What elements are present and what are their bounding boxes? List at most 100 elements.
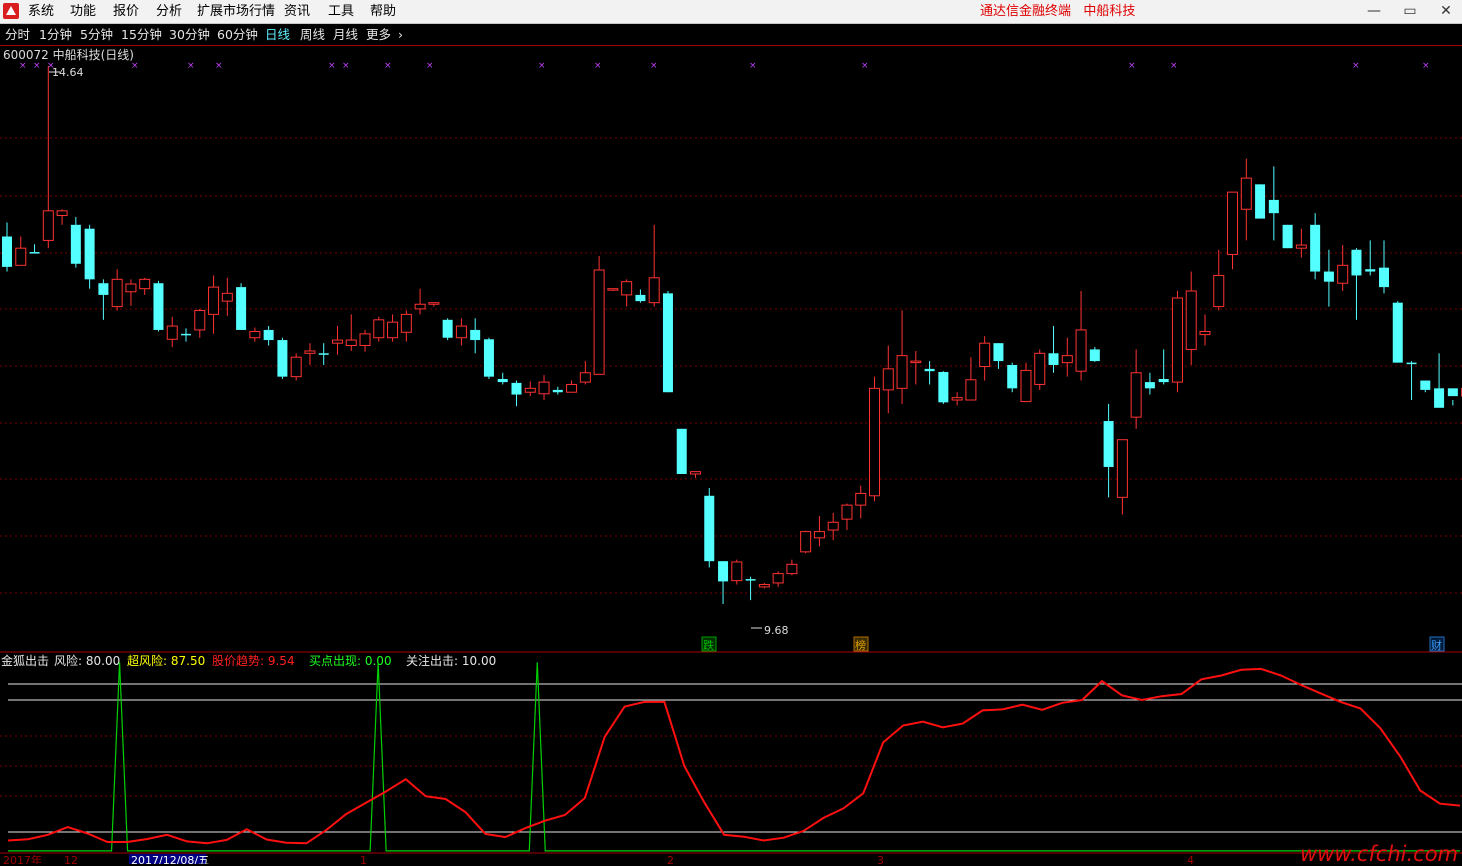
candle (759, 583, 769, 588)
high-annotation: 14.64 (49, 66, 84, 79)
menu-extended-market[interactable]: 扩展市场行情 (197, 0, 275, 23)
event-x-marker: × (650, 61, 658, 71)
watermark: www.cfchi.com (1300, 842, 1458, 866)
candle-body (580, 373, 590, 382)
candle (1420, 381, 1430, 393)
candle-body (498, 379, 508, 382)
candle (1228, 192, 1238, 269)
candle-body (1393, 303, 1403, 363)
event-x-marker: × (33, 61, 41, 71)
minimize-icon[interactable]: — (1364, 0, 1384, 23)
candle (952, 392, 962, 405)
candle (360, 330, 370, 352)
candle-body (484, 339, 494, 376)
menu-tools[interactable]: 工具 (328, 0, 354, 23)
candle-body (952, 398, 962, 400)
candle (264, 326, 274, 345)
menu-news[interactable]: 资讯 (284, 0, 310, 23)
candle (195, 309, 205, 338)
candle (842, 504, 852, 530)
app-logo-icon (2, 2, 20, 20)
candle-body (126, 284, 136, 292)
candle (1117, 440, 1127, 515)
candle-body (801, 532, 811, 552)
candle-body (346, 340, 356, 345)
candle-body (1407, 363, 1417, 365)
menu-system[interactable]: 系统 (28, 0, 54, 23)
event-x-marker: × (594, 61, 602, 71)
event-marker-finance[interactable]: 财 (1430, 637, 1444, 652)
candle-body (608, 289, 618, 291)
period-weekly[interactable]: 周线 (300, 24, 325, 45)
candle (126, 279, 136, 305)
candle (43, 66, 53, 248)
period-30min[interactable]: 30分钟 (169, 24, 210, 45)
candle-body (1365, 269, 1375, 271)
candle-body (319, 353, 329, 355)
candle-body (98, 283, 108, 295)
period-monthly[interactable]: 月线 (333, 24, 358, 45)
period-1min[interactable]: 1分钟 (39, 24, 72, 45)
candle-body (305, 351, 315, 353)
period-more[interactable]: 更多 (366, 24, 391, 45)
candle-body (649, 278, 659, 303)
maximize-icon[interactable]: ▭ (1400, 0, 1420, 23)
menu-help[interactable]: 帮助 (370, 0, 396, 23)
candle-body (415, 304, 425, 309)
event-marker-fall-text: 跌 (703, 638, 714, 652)
candle (773, 571, 783, 587)
candle-body (1255, 184, 1265, 218)
kline-chart[interactable]: ××××××××××××××××××× 600072 中船科技(日线) 14.6… (0, 46, 1462, 864)
candle-body (1351, 250, 1361, 276)
period-15min[interactable]: 15分钟 (121, 24, 162, 45)
event-marker-fall[interactable]: 跌 (702, 637, 716, 652)
candlestick-series (2, 66, 1462, 604)
period-toolbar: 分时 1分钟 5分钟 15分钟 30分钟 60分钟 日线 周线 月线 更多 › (0, 24, 1462, 46)
period-5min[interactable]: 5分钟 (80, 24, 113, 45)
candle (801, 531, 811, 554)
event-marker-finance-text: 财 (1431, 638, 1442, 652)
candle (704, 488, 714, 567)
candle (525, 381, 535, 396)
candle-body (112, 279, 122, 306)
candle-body (732, 562, 742, 581)
event-marker-list[interactable]: 榜 (854, 637, 868, 652)
candle (1283, 225, 1293, 248)
candle (153, 281, 163, 332)
candle (236, 283, 246, 330)
candle-body (388, 322, 398, 338)
event-x-marker: × (131, 61, 139, 71)
candle-body (374, 320, 384, 338)
period-60min[interactable]: 60分钟 (217, 24, 258, 45)
candle (1255, 184, 1265, 218)
candle-body (635, 295, 645, 301)
menu-analysis[interactable]: 分析 (156, 0, 182, 23)
candle (1241, 159, 1251, 241)
candle (746, 577, 756, 600)
time-label-dec: 12 (64, 854, 78, 864)
candle (580, 361, 590, 384)
candle-body (401, 314, 411, 332)
candle-body (842, 505, 852, 519)
candle-body (236, 287, 246, 330)
candle (622, 279, 632, 306)
close-icon[interactable]: ✕ (1436, 0, 1456, 23)
candle (594, 256, 604, 374)
candle (429, 303, 439, 307)
chevron-right-icon[interactable]: › (398, 24, 403, 45)
candle (85, 225, 95, 289)
candle (1393, 301, 1403, 363)
period-daily[interactable]: 日线 (265, 24, 290, 45)
candle (567, 381, 577, 393)
indicator-panel (0, 662, 1462, 851)
menu-quote[interactable]: 报价 (113, 0, 139, 23)
period-tick[interactable]: 分时 (5, 24, 30, 45)
candle (663, 291, 673, 392)
event-x-marker: × (749, 61, 757, 71)
candle-body (883, 369, 893, 390)
menu-function[interactable]: 功能 (70, 0, 96, 23)
app-title: 通达信金融终端 中船科技 (980, 0, 1135, 23)
indicator-value-0: 风险: 80.00 (54, 653, 120, 668)
candle-body (16, 248, 26, 265)
candle (1035, 349, 1045, 389)
